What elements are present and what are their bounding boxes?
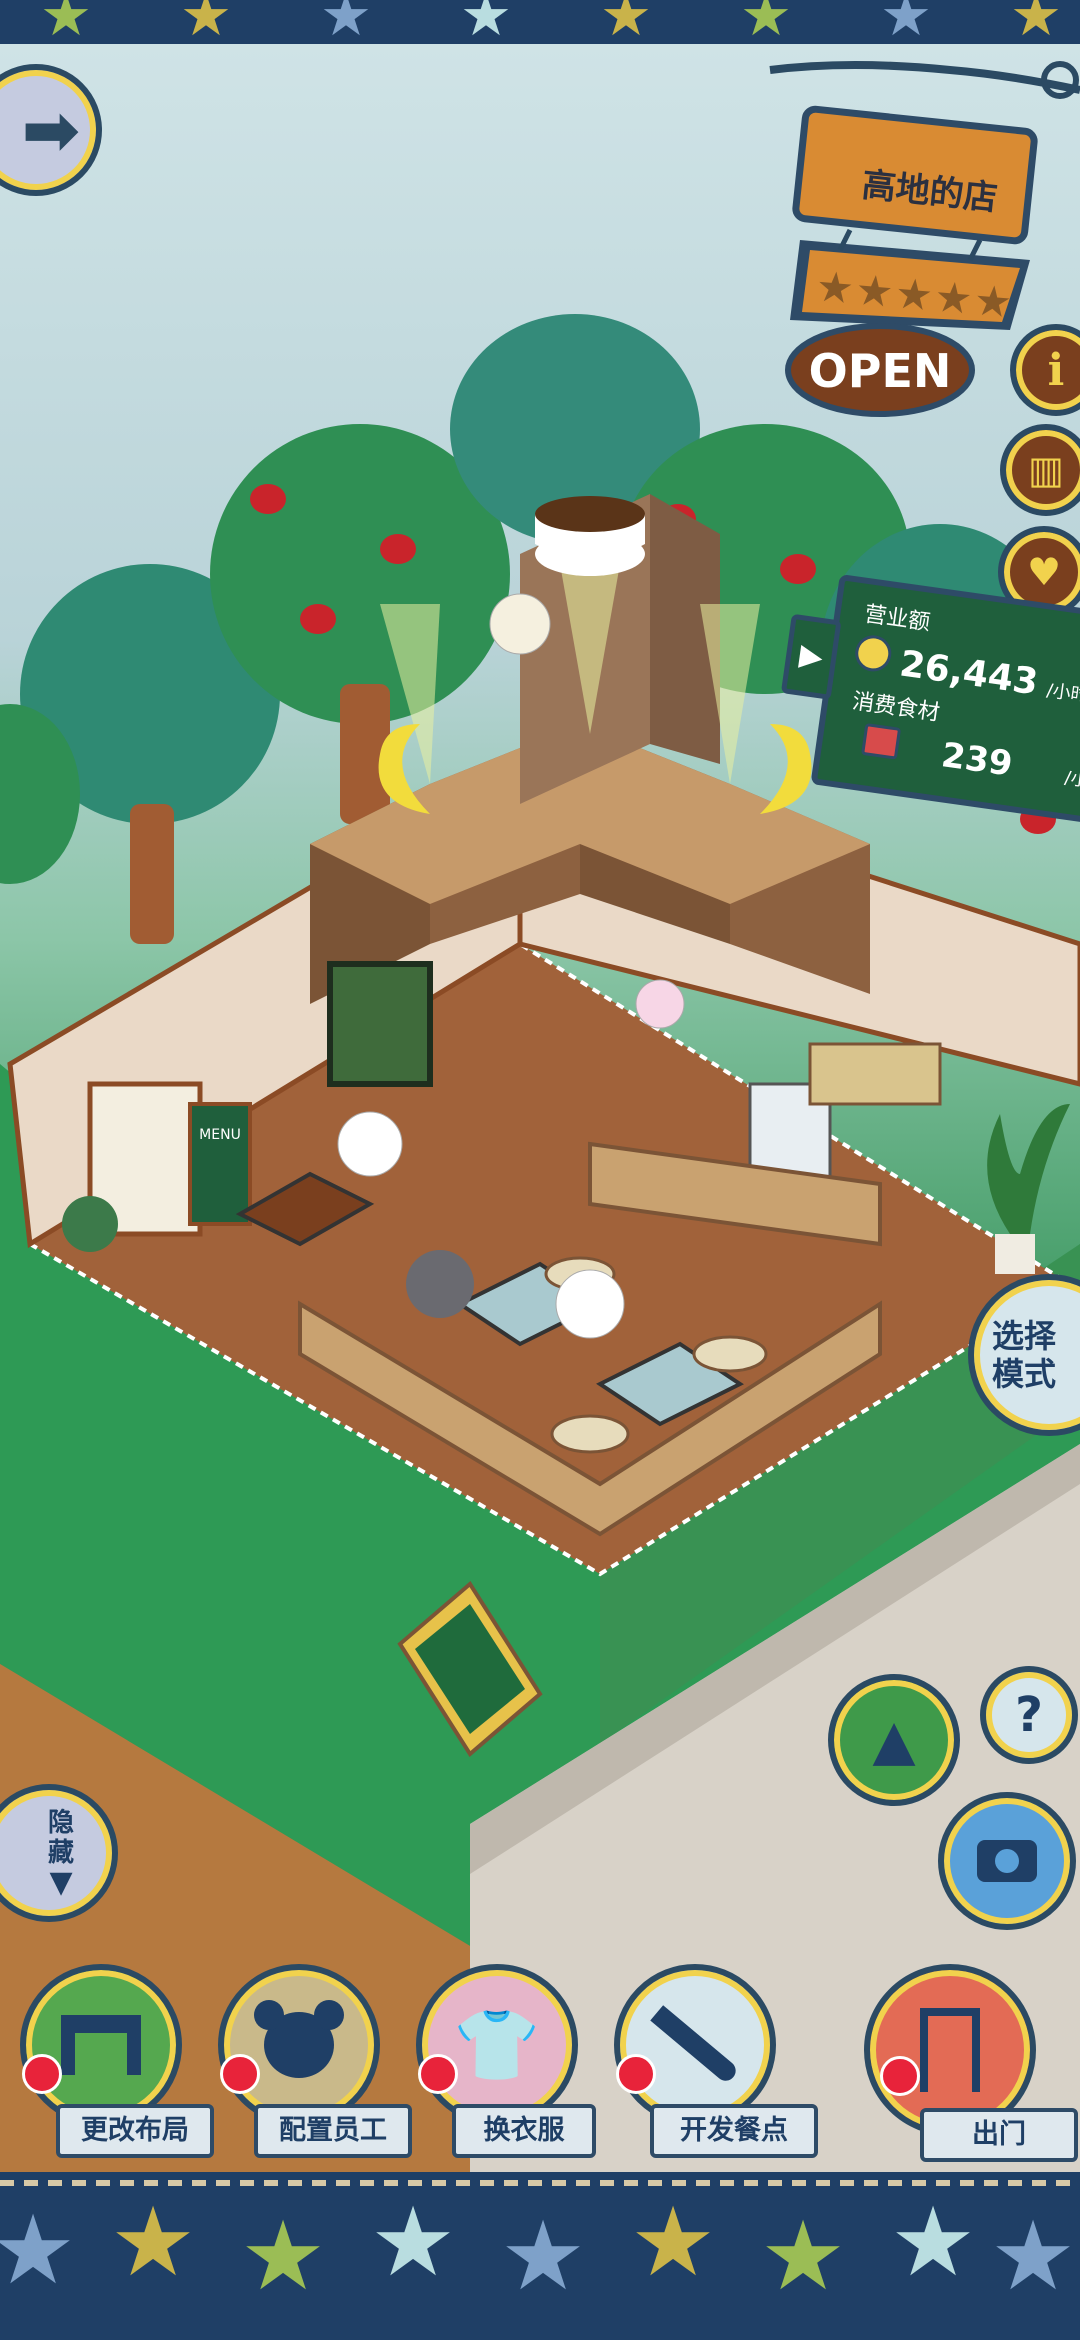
ingredients-label: 消费食材 (850, 689, 942, 727)
star-decoration: ★ (0, 2194, 77, 2306)
camera-icon (977, 1840, 1037, 1882)
top-star-border: ★ ★ ★ ★ ★ ★ ★ ★ (0, 0, 1080, 44)
shirt-icon: 👕 (453, 2003, 541, 2086)
arrow-right-icon: ➡ (21, 89, 81, 171)
bear-icon (254, 2000, 344, 2078)
outfit-hat-button[interactable]: ▲ (828, 1674, 960, 1806)
white-cat-character (555, 1269, 625, 1339)
ingredients-icon (861, 723, 902, 760)
outfit-button[interactable]: 👕 (416, 1964, 578, 2126)
door-icon (920, 2008, 980, 2092)
hat-icon: ▲ (872, 1707, 916, 1773)
potted-plant (987, 1104, 1070, 1234)
menu-board-label: MENU (199, 1127, 241, 1143)
star-decoration: ★ (320, 0, 372, 44)
star-decoration: ★ (40, 0, 92, 44)
ingredients-unit: /小时 (1063, 767, 1080, 795)
notification-pin (418, 2054, 458, 2094)
notification-pin (220, 2054, 260, 2094)
heart-chat-icon: ♥ (1026, 550, 1062, 594)
star-decoration: ★ (460, 0, 512, 44)
star-decoration: ★ (500, 2200, 587, 2312)
help-button[interactable]: ? (980, 1666, 1078, 1764)
menu-board (188, 1102, 252, 1226)
picture-board (327, 961, 433, 1087)
green-frog-character (62, 1196, 118, 1252)
stats-panel[interactable]: ▶ 营业额 26,443 /小时 消费食材 239 /小时 (780, 574, 1080, 828)
table-icon (61, 2015, 141, 2075)
star-decoration: ★ (990, 2200, 1077, 2312)
develop-menu-label: 开发餐点 (650, 2104, 818, 2158)
ingredients-value: 239 (939, 735, 1015, 785)
develop-menu-button[interactable] (614, 1964, 776, 2126)
star-decoration: ★ (760, 2200, 847, 2312)
book-icon: ▥ (1028, 448, 1064, 492)
star-decoration: ★ (180, 0, 232, 44)
info-icon: i (1047, 344, 1065, 396)
bottom-star-border: ★ ★ ★ ★ ★ ★ ★ ★ ★ (0, 2172, 1080, 2340)
star-decoration: ★ (370, 2186, 457, 2298)
dog-character (489, 593, 551, 655)
question-icon: ? (1015, 1687, 1043, 1743)
star-decoration: ★ (240, 2200, 327, 2312)
open-status: OPEN (808, 344, 952, 398)
star-decoration: ★ (740, 0, 792, 44)
layout-button[interactable] (20, 1964, 182, 2126)
star-decoration: ★ (880, 0, 932, 44)
stats-toggle-tab[interactable]: ▶ (780, 613, 842, 700)
select-mode-label: 选择模式 (991, 1317, 1056, 1393)
staff-button[interactable] (218, 1964, 380, 2126)
star-decoration: ★ (890, 2186, 977, 2298)
food-counter (808, 1042, 942, 1106)
revenue-label: 营业额 (862, 601, 932, 636)
go-out-label: 出门 (920, 2108, 1078, 2162)
star-decoration: ★ (110, 2186, 197, 2298)
pink-character (635, 979, 685, 1029)
knife-icon (650, 2005, 740, 2085)
arrow-right-icon: ▶ (797, 637, 826, 676)
game-scene[interactable]: MENU 高地的店 ★★★★★ OPEN i ▥ ♥ ▶ 营业额 26,443 … (0, 44, 1080, 2172)
notification-pin (616, 2054, 656, 2094)
outfit-label: 换衣服 (452, 2104, 596, 2158)
camera-button[interactable] (938, 1792, 1076, 1930)
star-decoration: ★ (1010, 0, 1062, 44)
notification-pin (22, 2054, 62, 2094)
layout-label: 更改布局 (56, 2104, 214, 2158)
notification-pin (880, 2056, 920, 2096)
revenue-unit: /小时 (1045, 680, 1080, 707)
sheep-character (337, 1111, 403, 1177)
coin-icon (852, 633, 894, 674)
star-decoration: ★ (600, 0, 652, 44)
stool (692, 1335, 768, 1373)
arrow-down-icon: ▼ (49, 1865, 73, 1900)
star-decoration: ★ (630, 2186, 717, 2298)
staff-label: 配置员工 (254, 2104, 412, 2158)
stool (550, 1414, 630, 1454)
gray-cat-character (406, 1250, 474, 1318)
hide-label: 隐藏 (47, 1808, 74, 1868)
